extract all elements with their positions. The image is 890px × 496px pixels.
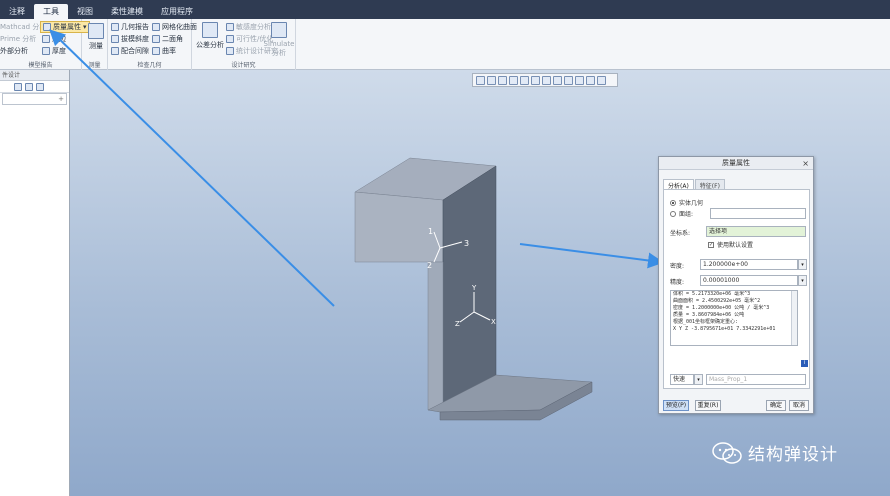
radio-quilt[interactable]: 面组: <box>670 209 693 218</box>
annotation-arrow-to-mass-properties <box>49 29 335 307</box>
radio-indicator[interactable] <box>670 199 676 206</box>
result-line: 密度 = 1.2000000e+00 公吨 / 毫米^3 <box>673 305 770 311</box>
checkbox-indicator[interactable]: ✓ <box>708 241 714 248</box>
density-field[interactable]: 1.200000e+00 <box>700 259 798 270</box>
radio-indicator[interactable] <box>670 210 676 217</box>
axis-label-x: X <box>491 318 496 326</box>
density-label: 密度: <box>670 263 685 270</box>
results-area[interactable]: 体积 = 5.2173320e+06 毫米^3 曲面面积 = 2.4500292… <box>670 290 798 346</box>
dialog-title: 质量属性 <box>722 159 750 167</box>
quick-select[interactable]: 快速 <box>670 374 694 385</box>
coord-system-field[interactable]: 选择项 <box>706 226 806 237</box>
repeat-button[interactable]: 重复(R) <box>695 400 721 411</box>
result-line: 质量 = 3.8607984e+06 公吨 <box>673 312 745 318</box>
analysis-name-field[interactable]: Mass_Prop_1 <box>706 374 806 385</box>
radio-quilt-label: 面组: <box>679 211 694 218</box>
result-line: 体积 = 5.2173320e+06 毫米^3 <box>673 291 751 297</box>
accuracy-field[interactable]: 0.00001000 <box>700 275 798 286</box>
coord-system-label: 坐标系: <box>670 230 691 237</box>
annotation-arrow-to-density <box>519 243 664 269</box>
results-scrollbar[interactable] <box>791 291 797 345</box>
result-line: 曲面面积 = 2.4500292e+05 毫米^2 <box>673 298 761 304</box>
use-default-settings-checkbox[interactable]: ✓ 使用默认设置 <box>708 240 753 249</box>
wechat-logo-icon <box>712 441 742 464</box>
quilt-field[interactable] <box>710 208 806 219</box>
csys-label-1: 1 <box>428 227 433 236</box>
mass-properties-dialog: 质量属性 × 分析(A) 特征(F) 实体几何 面组: 坐标系: 选择项 ✓ 使用… <box>658 156 814 414</box>
csys-label-3: 3 <box>464 239 469 248</box>
dialog-panel: 实体几何 面组: 坐标系: 选择项 ✓ 使用默认设置 密度: 1.200000e+… <box>663 189 810 389</box>
accuracy-label: 精度: <box>670 279 685 286</box>
result-line: 根据_001坐标框架确定重心: <box>673 319 739 325</box>
info-icon[interactable]: i <box>801 360 808 367</box>
part-web-face <box>442 165 497 407</box>
radio-solid-geometry[interactable]: 实体几何 <box>670 198 703 207</box>
part-web-edge <box>427 261 444 411</box>
cancel-button[interactable]: 取消 <box>789 400 809 411</box>
axis-label-y: Y <box>471 284 477 292</box>
radio-solid-label: 实体几何 <box>679 200 704 207</box>
preview-button[interactable]: 预览(P) <box>663 400 689 411</box>
dialog-title-bar: 质量属性 × <box>659 157 813 170</box>
close-icon[interactable]: × <box>802 157 809 170</box>
density-dropdown[interactable]: ▾ <box>798 259 807 270</box>
result-line: X Y Z -3.8795671e+01 7.3342291e+01 <box>673 326 776 332</box>
ok-button[interactable]: 确定 <box>766 400 786 411</box>
watermark: 结构弹设计 <box>712 440 838 465</box>
csys-label-2: 2 <box>427 261 432 270</box>
use-default-label: 使用默认设置 <box>717 242 754 249</box>
accuracy-dropdown[interactable]: ▾ <box>798 275 807 286</box>
axis-label-z: Z <box>455 320 460 328</box>
watermark-text: 结构弹设计 <box>748 445 838 465</box>
quick-dropdown[interactable]: ▾ <box>694 374 703 385</box>
